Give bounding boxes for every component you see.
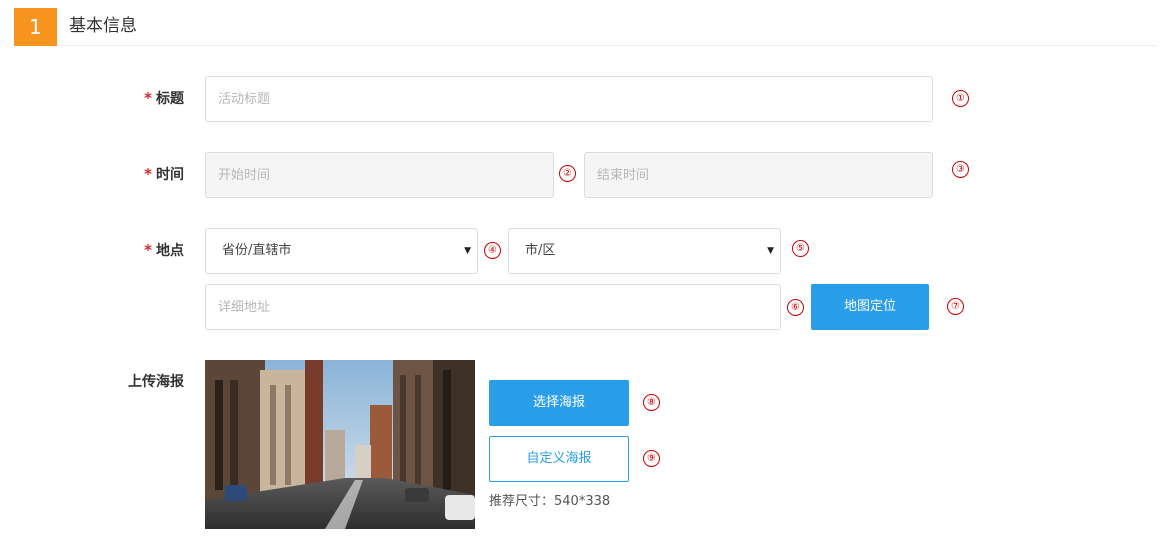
poster-image-graphic <box>205 360 475 529</box>
marker-1: ① <box>952 90 969 107</box>
marker-3: ③ <box>952 161 969 178</box>
marker-9: ⑨ <box>643 450 660 467</box>
section-number-badge: 1 <box>14 8 57 46</box>
section-title: 基本信息 <box>69 16 137 36</box>
poster-size-hint: 推荐尺寸：540*338 <box>489 494 611 509</box>
poster-label-text: 上传海报 <box>128 374 184 390</box>
end-time-input[interactable] <box>584 152 933 198</box>
address-input[interactable] <box>205 284 781 330</box>
title-input[interactable] <box>205 76 933 122</box>
province-select-value: 省份/直辖市 <box>222 243 292 258</box>
marker-7: ⑦ <box>947 298 964 315</box>
start-time-input[interactable] <box>205 152 554 198</box>
required-mark: * <box>144 89 152 107</box>
marker-4: ④ <box>484 242 501 259</box>
marker-6: ⑥ <box>787 299 804 316</box>
poster-label: 上传海报 <box>84 372 184 392</box>
location-label: * 地点 <box>84 240 184 261</box>
required-mark: * <box>144 241 152 259</box>
map-locate-button[interactable]: 地图定位 <box>811 284 929 330</box>
chevron-down-icon: ▼ <box>464 246 471 256</box>
province-select[interactable]: 省份/直辖市 ▼ <box>205 228 478 274</box>
city-select[interactable]: 市/区 ▼ <box>508 228 781 274</box>
marker-2: ② <box>559 165 576 182</box>
section-header: 1 基本信息 <box>14 8 1156 46</box>
custom-poster-button[interactable]: 自定义海报 <box>489 436 629 482</box>
title-label: * 标题 <box>84 88 184 109</box>
city-select-value: 市/区 <box>525 243 556 258</box>
title-label-text: 标题 <box>156 91 184 107</box>
poster-image <box>205 360 475 529</box>
time-label: * 时间 <box>84 164 184 185</box>
location-label-text: 地点 <box>156 243 184 259</box>
marker-5: ⑤ <box>792 240 809 257</box>
time-label-text: 时间 <box>156 167 184 183</box>
marker-8: ⑧ <box>643 394 660 411</box>
choose-poster-button[interactable]: 选择海报 <box>489 380 629 426</box>
required-mark: * <box>144 165 152 183</box>
chevron-down-icon: ▼ <box>767 246 774 256</box>
